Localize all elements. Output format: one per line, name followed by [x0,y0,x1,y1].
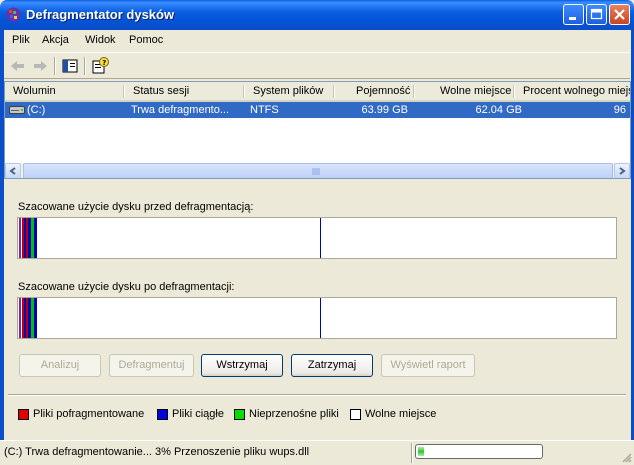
column-separator[interactable] [333,85,335,98]
forward-arrow-icon[interactable] [30,56,50,76]
before-defrag-map [17,217,617,259]
maximize-button[interactable] [586,4,607,25]
volume-list[interactable]: Wolumin Status sesji System plików Pojem… [4,81,631,179]
after-defrag-map [17,297,617,339]
column-separator[interactable] [243,85,245,98]
status-bar: (C:) Trwa defragmentowanie... 3% Przenos… [0,440,634,465]
menu-file[interactable]: Plik [12,34,30,46]
analyze-button[interactable]: Analizuj [19,354,101,377]
scroll-thumb[interactable] [23,163,613,178]
legend-swatch [234,409,245,420]
legend-label: Pliki ciągłe [172,408,224,420]
cell-percent-free: 96 [613,104,626,116]
status-text: (C:) Trwa defragmentowanie... 3% Przenos… [4,446,310,458]
pause-button[interactable]: Wstrzymaj [201,354,283,377]
legend-swatch [350,409,361,420]
minimize-icon [569,17,576,20]
maximize-icon [590,8,603,20]
toolbar: ? [4,53,630,79]
scroll-left-button[interactable] [5,163,21,178]
column-header-volume[interactable]: Wolumin [13,85,56,97]
after-defrag-label: Szacowane użycie dysku po defragmentacji… [18,281,235,293]
column-separator[interactable] [413,85,415,98]
column-header-file-system[interactable]: System plików [253,85,323,97]
contiguous-stripe [34,218,37,258]
legend-label: Pliki pofragmentowane [33,408,145,420]
column-separator[interactable] [513,85,515,98]
cell-file-system: NTFS [250,104,279,116]
title-bar[interactable]: Defragmentator dysków [0,0,634,30]
menu-help[interactable]: Pomoc [129,34,163,46]
defrag-progress-bar [415,444,543,459]
back-arrow-icon[interactable] [8,56,28,76]
contiguous-stripe [34,298,37,338]
cell-session-status: Trwa defragmento... [131,104,230,116]
scroll-left-arrow-icon [9,167,16,175]
cell-capacity: 63.99 GB [361,104,408,116]
column-header-percent-free[interactable]: Procent wolnego miejs [523,85,630,97]
column-header-session-status[interactable]: Status sesji [133,85,189,97]
view-report-button[interactable]: Wyświetl raport [381,354,475,377]
defragmenter-app-icon [6,7,21,22]
show-hide-console-tree-icon[interactable] [60,56,80,76]
legend-label: Wolne miejsce [365,408,437,420]
horizontal-scrollbar[interactable] [5,163,630,178]
stop-button[interactable]: Zatrzymaj [291,354,373,377]
menu-view[interactable]: Widok [85,34,116,46]
legend-swatch [157,409,168,420]
column-header-free-space[interactable]: Wolne miejsce [440,85,511,97]
svg-text:?: ? [102,59,106,67]
minimize-button[interactable] [563,4,584,25]
legend-label: Nieprzenośne pliki [249,408,339,420]
contiguous-stripe [320,298,321,338]
cell-free-space: 62.04 GB [475,104,522,116]
column-header-capacity[interactable]: Pojemność [356,85,410,97]
resize-grip-icon[interactable] [620,451,632,463]
defragment-button[interactable]: Defragmentuj [109,354,194,377]
scroll-grip-icon [312,168,320,175]
menu-action[interactable]: Akcja [42,34,69,46]
window-title: Defragmentator dysków [26,7,175,22]
status-separator [411,443,413,463]
cell-volume: (C:) [27,104,46,116]
close-button[interactable] [609,4,630,25]
legend-divider [8,394,626,396]
column-separator[interactable] [123,85,125,98]
hard-drive-icon [9,106,25,114]
toolbar-separator [84,57,86,75]
contiguous-stripe [320,218,321,258]
progress-block [418,447,424,456]
close-icon [614,9,625,20]
help-properties-icon[interactable]: ? [90,56,110,76]
progress-fill [418,447,424,456]
before-defrag-label: Szacowane użycie dysku przed defragmenta… [18,201,254,213]
list-header: Wolumin Status sesji System plików Pojem… [5,82,630,102]
list-row-volume-c[interactable]: (C:) Trwa defragmento... NTFS 63.99 GB 6… [5,102,630,118]
scroll-right-arrow-icon [619,167,626,175]
menu-bar: Plik Akcja Widok Pomoc [4,30,630,53]
legend-swatch [18,409,29,420]
toolbar-separator [54,57,56,75]
scroll-right-button[interactable] [614,163,630,178]
